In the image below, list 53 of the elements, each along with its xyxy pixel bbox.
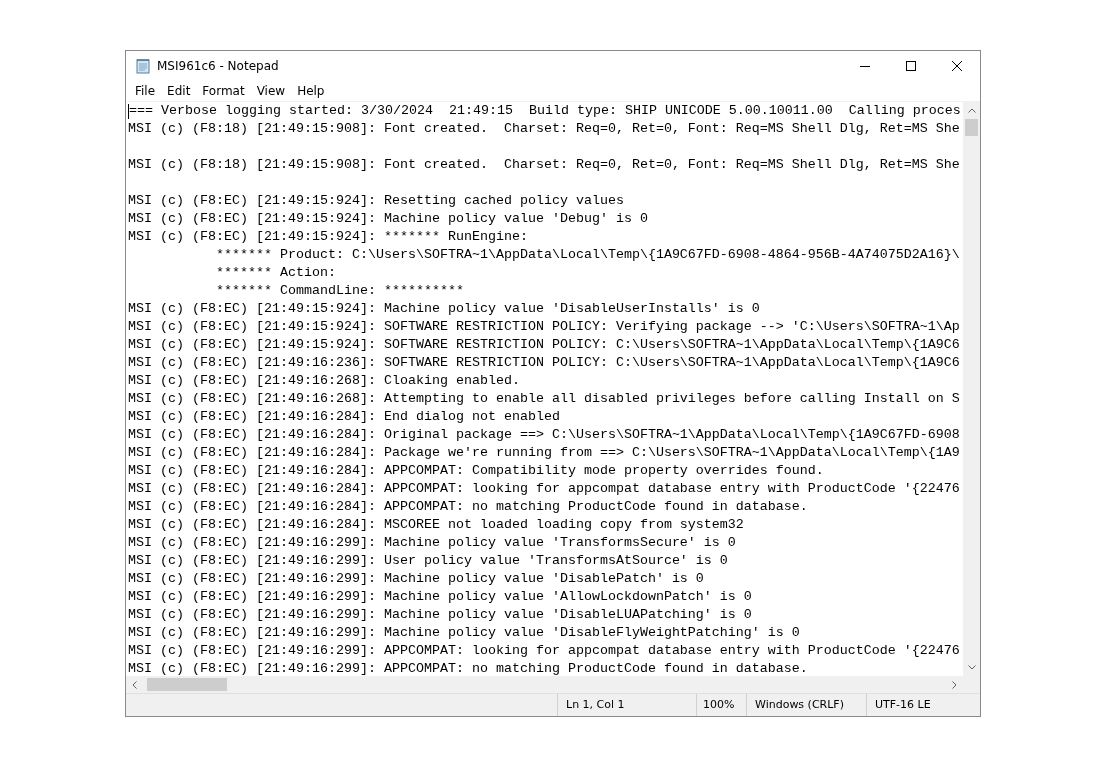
log-line: MSI (c) (F8:EC) [21:49:15:924]: Machine policy value 'DisableUserInstalls' is 0	[128, 300, 760, 318]
zoom-level: 100%	[696, 694, 746, 716]
menu-item[interactable]: Edit	[161, 84, 197, 98]
scroll-down-icon[interactable]	[967, 665, 976, 670]
log-line: MSI (c) (F8:EC) [21:49:16:284]: Original package ==> C:\Users\SOFTRA~1\AppData\Local\Temp\{1A9C67FD-6908	[128, 426, 960, 444]
log-line: MSI (c) (F8:EC) [21:49:15:924]: SOFTWARE RESTRICTION POLICY: C:\Users\SOFTRA~1\AppData\Local\Temp\{1A9C6	[128, 336, 960, 354]
log-line: MSI (c) (F8:EC) [21:49:16:299]: Machine policy value 'DisablePatch' is 0	[128, 570, 704, 588]
log-line: MSI (c) (F8:EC) [21:49:15:924]: Machine policy value 'Debug' is 0	[128, 210, 648, 228]
log-line: MSI (c) (F8:EC) [21:49:16:299]: Machine policy value 'DisableFlyWeightPatching' is 0	[128, 624, 800, 642]
maximize-icon	[906, 61, 916, 71]
text-caret	[128, 103, 129, 119]
log-line: MSI (c) (F8:EC) [21:49:16:299]: User policy value 'TransformsAtSource' is 0	[128, 552, 728, 570]
log-line: MSI (c) (F8:EC) [21:49:16:299]: Machine policy value 'AllowLockdownPatch' is 0	[128, 588, 752, 606]
scroll-left-icon[interactable]	[132, 680, 137, 689]
log-line: MSI (c) (F8:18) [21:49:15:908]: Font created. Charset: Req=0, Ret=0, Font: Req=MS Shell Dlg, Ret=MS She	[128, 120, 960, 138]
scroll-up-icon[interactable]	[967, 108, 976, 113]
scroll-thumb[interactable]	[147, 678, 227, 691]
log-line: MSI (c) (F8:EC) [21:49:16:268]: Attempting to enable all disabled privileges before calling Install on S	[128, 390, 960, 408]
log-line: MSI (c) (F8:EC) [21:49:16:284]: APPCOMPAT: Compatibility mode property overrides found.	[128, 462, 824, 480]
log-line: MSI (c) (F8:EC) [21:49:16:284]: MSCOREE not loaded loading copy from system32	[128, 516, 744, 534]
log-line: MSI (c) (F8:EC) [21:49:16:299]: APPCOMPAT: looking for appcompat database entry with ProductCode '{22476	[128, 642, 960, 660]
log-line: ******* Product: C:\Users\SOFTRA~1\AppData\Local\Temp\{1A9C67FD-6908-4864-956B-4A74075D2A16}\	[214, 246, 960, 264]
line-endings: Windows (CRLF)	[746, 694, 866, 716]
log-line: MSI (c) (F8:EC) [21:49:16:299]: Machine policy value 'DisableLUAPatching' is 0	[128, 606, 752, 624]
log-line: MSI (c) (F8:EC) [21:49:16:299]: APPCOMPAT: no matching ProductCode found in database.	[128, 660, 808, 676]
window-title: MSI961c6 - Notepad	[157, 59, 279, 73]
notepad-icon	[135, 58, 151, 74]
menu-item[interactable]: Format	[196, 84, 251, 98]
log-line: MSI (c) (F8:EC) [21:49:15:924]: Resetting cached policy values	[128, 192, 624, 210]
log-line: MSI (c) (F8:EC) [21:49:16:284]: APPCOMPAT: looking for appcompat database entry with ProductCode '{22476	[128, 480, 960, 498]
log-line: MSI (c) (F8:EC) [21:49:16:268]: Cloaking enabled.	[128, 372, 520, 390]
scroll-right-icon[interactable]	[952, 680, 957, 689]
text-editor[interactable]	[126, 102, 963, 676]
menu-item[interactable]: View	[250, 84, 292, 98]
log-line: MSI (c) (F8:EC) [21:49:16:284]: APPCOMPAT: no matching ProductCode found in database.	[128, 498, 808, 516]
scroll-thumb[interactable]	[965, 119, 978, 136]
horizontal-scrollbar[interactable]	[126, 676, 963, 693]
vertical-scrollbar[interactable]	[963, 102, 980, 676]
log-line: MSI (c) (F8:EC) [21:49:16:299]: Machine policy value 'TransformsSecure' is 0	[128, 534, 736, 552]
close-icon	[952, 61, 962, 71]
log-line: MSI (c) (F8:EC) [21:49:16:284]: Package we're running from ==> C:\Users\SOFTRA~1\AppData\Local\Temp\{1A9	[128, 444, 960, 462]
log-line: ******* Action:	[214, 264, 337, 282]
log-line: === Verbose logging started: 3/30/2024 21:49:15 Build type: SHIP UNICODE 5.00.10011.00 Calling proces	[129, 102, 961, 120]
cursor-position: Ln 1, Col 1	[557, 694, 696, 716]
log-line: MSI (c) (F8:EC) [21:49:15:924]: SOFTWARE RESTRICTION POLICY: Verifying package --> 'C:\Users\SOFTRA~1\Ap	[128, 318, 960, 336]
menu-item[interactable]: Help	[291, 84, 331, 98]
log-line: MSI (c) (F8:EC) [21:49:16:284]: End dialog not enabled	[128, 408, 560, 426]
log-line: MSI (c) (F8:EC) [21:49:15:924]: ******* RunEngine:	[128, 228, 528, 246]
menu-item[interactable]: File	[129, 84, 162, 98]
log-line: MSI (c) (F8:EC) [21:49:16:236]: SOFTWARE RESTRICTION POLICY: C:\Users\SOFTRA~1\AppData\Local\Temp\{1A9C6	[128, 354, 960, 372]
log-line: MSI (c) (F8:18) [21:49:15:908]: Font created. Charset: Req=0, Ret=0, Font: Req=MS Shell Dlg, Ret=MS She	[128, 156, 960, 174]
encoding: UTF-16 LE	[866, 694, 980, 716]
log-line: ******* CommandLine: **********	[214, 282, 464, 300]
